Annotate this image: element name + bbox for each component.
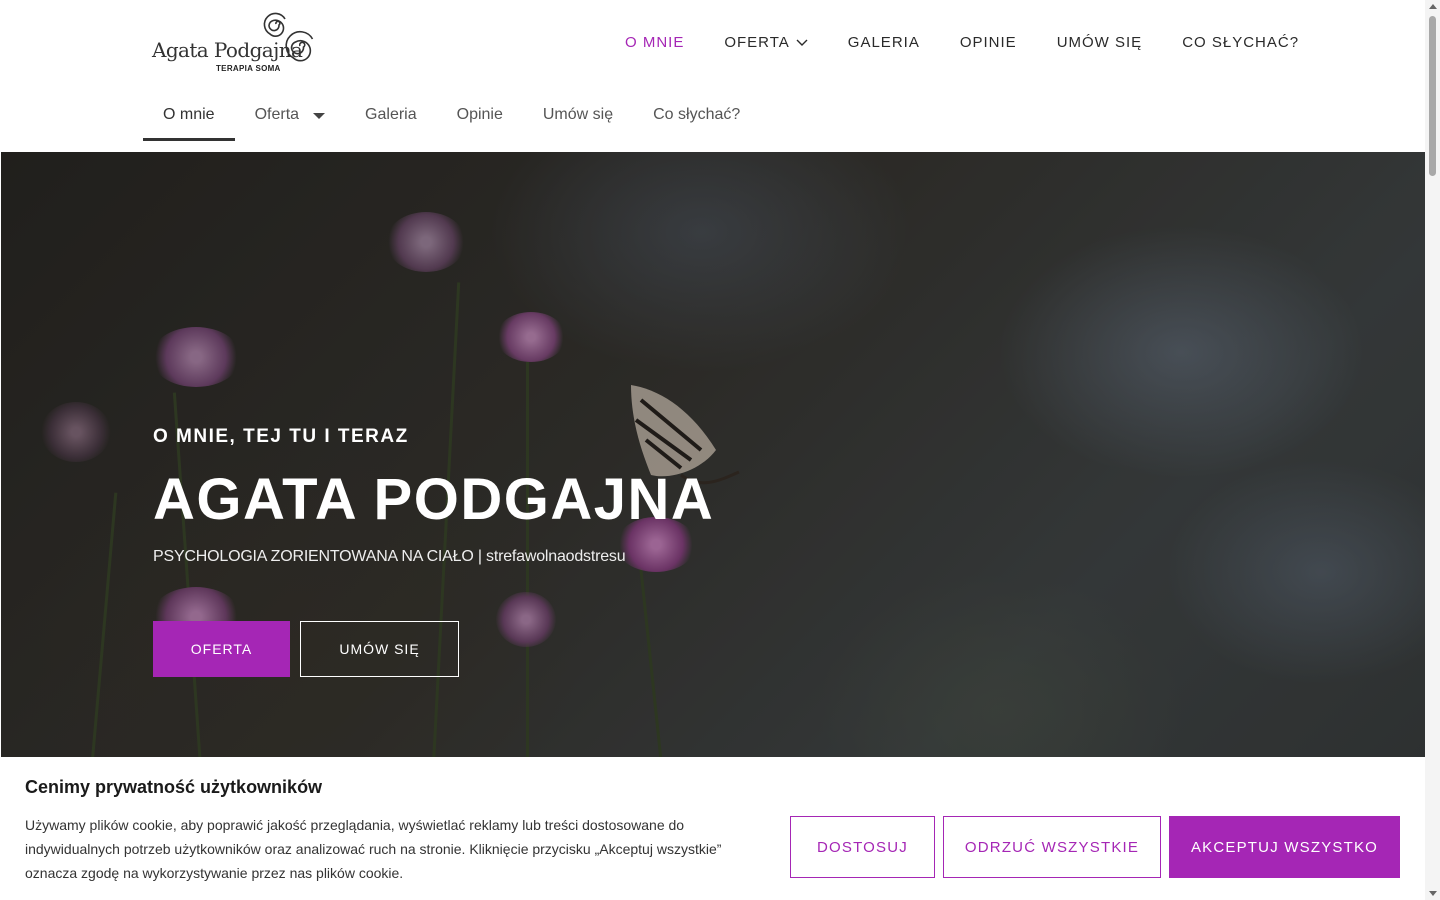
nav-item-umow-sie[interactable]: UMÓW SIĘ bbox=[1057, 34, 1143, 51]
cookie-title: Cenimy prywatność użytkowników bbox=[25, 777, 323, 797]
cookie-description: Używamy plików cookie, aby poprawić jako… bbox=[25, 817, 722, 881]
tab-label: Opinie bbox=[456, 106, 503, 123]
nav-item-oferta[interactable]: OFERTA bbox=[724, 34, 808, 51]
nav-label: GALERIA bbox=[847, 34, 920, 51]
cookie-reject-all-button[interactable]: ODRZUĆ WSZYSTKIE bbox=[943, 816, 1161, 878]
tab-label: Galeria bbox=[365, 106, 417, 123]
tab-opinie[interactable]: Opinie bbox=[437, 96, 523, 141]
cookie-consent-banner: Cenimy prywatność użytkowników Używamy p… bbox=[1, 757, 1425, 900]
book-appointment-button[interactable]: UMÓW SIĘ bbox=[300, 621, 459, 677]
scroll-up-arrow-icon[interactable] bbox=[1429, 4, 1437, 9]
tab-label: Co słychać? bbox=[653, 106, 741, 123]
nav-item-co-slychac[interactable]: CO SŁYCHAĆ? bbox=[1182, 34, 1299, 51]
nav-item-o-mnie[interactable]: O MNIE bbox=[625, 34, 684, 51]
cookie-customize-button[interactable]: DOSTOSUJ bbox=[790, 816, 935, 878]
spiral-logo-icon bbox=[263, 12, 314, 62]
hero-content: O MNIE, TEJ TU I TERAZ AGATA PODGAJNA PS… bbox=[153, 426, 853, 677]
page-scrollbar[interactable] bbox=[1425, 0, 1440, 900]
tab-galeria[interactable]: Galeria bbox=[345, 96, 437, 141]
nav-label: UMÓW SIĘ bbox=[1056, 34, 1143, 51]
site-header: Agata Podgajna TERAPIA SOMA O MNIE OFERT… bbox=[0, 0, 1425, 152]
tab-oferta[interactable]: Oferta bbox=[235, 96, 345, 141]
scrollbar-thumb[interactable] bbox=[1429, 16, 1436, 176]
nav-label: CO SŁYCHAĆ? bbox=[1182, 34, 1300, 51]
nav-label: OPINIE bbox=[959, 34, 1017, 51]
scroll-down-arrow-icon[interactable] bbox=[1429, 891, 1437, 896]
nav-item-galeria[interactable]: GALERIA bbox=[848, 34, 920, 51]
nav-label: OFERTA bbox=[724, 34, 790, 51]
hero-subtitle: PSYCHOLOGIA ZORIENTOWANA NA CIAŁO | stre… bbox=[153, 547, 626, 565]
nav-label: O MNIE bbox=[625, 34, 685, 51]
tab-label: Umów się bbox=[542, 106, 614, 123]
tab-label: Oferta bbox=[254, 106, 300, 123]
main-navigation: O MNIE OFERTA GALERIA OPINIE UMÓW SIĘ CO… bbox=[625, 34, 1299, 51]
hero-buttons: OFERTA UMÓW SIĘ bbox=[153, 621, 459, 677]
offer-button[interactable]: OFERTA bbox=[153, 621, 290, 677]
hero-title: AGATA PODGAJNA bbox=[153, 467, 715, 532]
tab-label: O mnie bbox=[163, 106, 215, 123]
tab-umow-sie[interactable]: Umów się bbox=[523, 96, 633, 141]
tab-co-slychac[interactable]: Co słychać? bbox=[633, 96, 760, 141]
site-logo[interactable]: Agata Podgajna TERAPIA SOMA bbox=[152, 10, 322, 76]
nav-item-opinie[interactable]: OPINIE bbox=[960, 34, 1017, 51]
hero-kicker: O MNIE, TEJ TU I TERAZ bbox=[153, 426, 409, 447]
secondary-navigation: O mnie Oferta Galeria Opinie Umów się Co… bbox=[143, 96, 760, 141]
cookie-accept-all-button[interactable]: AKCEPTUJ WSZYSTKO bbox=[1169, 816, 1400, 878]
tab-o-mnie[interactable]: O mnie bbox=[143, 96, 235, 141]
caret-down-icon bbox=[313, 113, 326, 119]
page: Agata Podgajna TERAPIA SOMA O MNIE OFERT… bbox=[0, 0, 1440, 900]
chevron-down-icon bbox=[796, 39, 808, 46]
